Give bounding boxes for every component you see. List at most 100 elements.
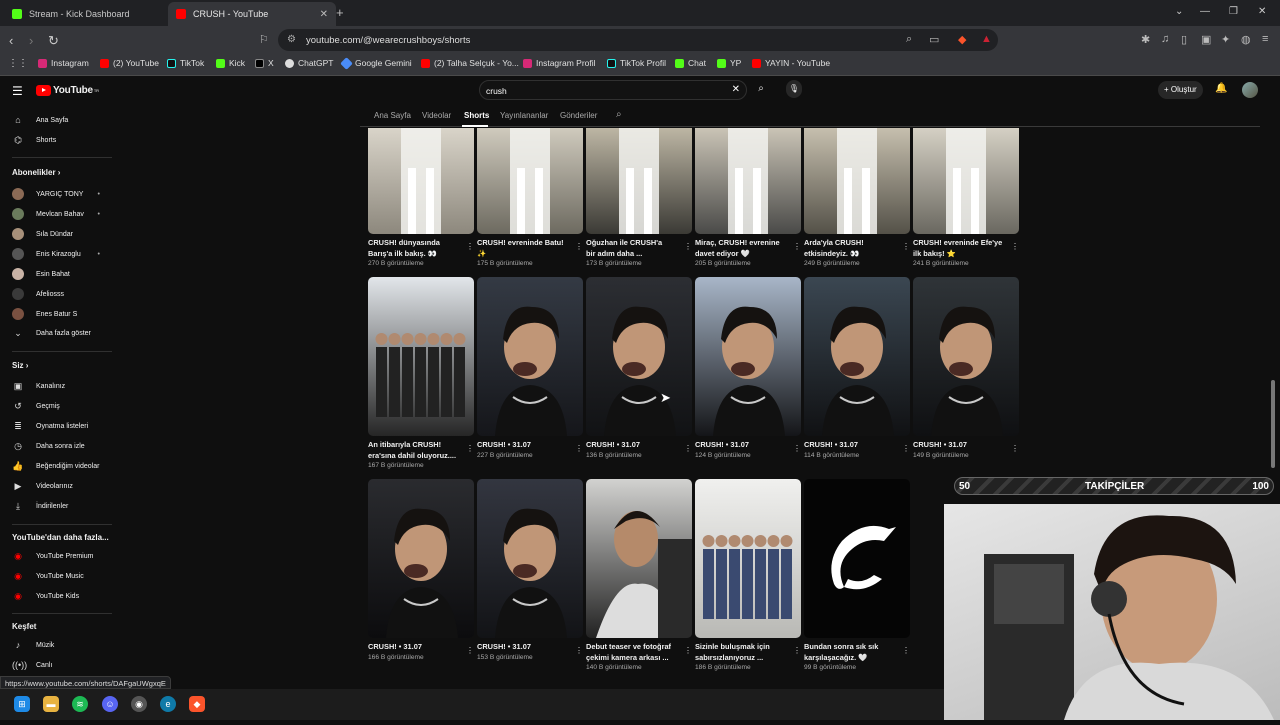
tab-search-icon[interactable]: ⌄ (1175, 6, 1183, 17)
channel-search-icon[interactable]: ⌕ (616, 109, 622, 120)
sidebar-item-downloads[interactable]: ⤓ İndirilenler (12, 501, 116, 512)
short-card[interactable]: CRUSH! evreninde Batu! ✨ ⋮ 175 B görüntüle… (477, 128, 583, 267)
short-title[interactable]: CRUSH! • 31.07 (913, 440, 1019, 451)
wallet-icon[interactable]: ▣ (1201, 33, 1211, 46)
short-card[interactable]: CRUSH! • 31.07 ⋮ 124 B görüntüleme (695, 277, 801, 459)
short-card[interactable]: CRUSH! • 31.07 ⋮ 114 B görüntüleme (804, 277, 910, 459)
url-field[interactable]: ⚙ youtube.com/@wearecrushboys/shorts (278, 29, 998, 51)
short-card[interactable]: CRUSH! • 31.07 ⋮ 153 B görüntüleme (477, 479, 583, 661)
create-button[interactable]: + Oluştur (1158, 81, 1203, 99)
short-thumbnail[interactable] (477, 128, 583, 234)
more-options-icon[interactable]: ⋮ (684, 646, 692, 655)
short-thumbnail[interactable] (586, 128, 692, 234)
more-options-icon[interactable]: ⋮ (902, 242, 910, 251)
brave-icon[interactable]: ◆ (189, 696, 205, 712)
show-more-button[interactable]: ⌄ Daha fazla göster (12, 328, 116, 339)
short-thumbnail[interactable] (586, 479, 692, 638)
short-thumbnail[interactable] (913, 277, 1019, 436)
short-thumbnail[interactable] (913, 128, 1019, 234)
short-thumbnail[interactable] (368, 128, 474, 234)
short-thumbnail[interactable] (368, 479, 474, 638)
more-options-icon[interactable]: ⋮ (793, 444, 801, 453)
short-thumbnail[interactable] (477, 479, 583, 638)
more-options-icon[interactable]: ⋮ (466, 444, 474, 453)
bookmark-yp[interactable]: YP (717, 58, 741, 68)
subscriptions-heading[interactable]: Abonelikler › (12, 168, 60, 177)
sidebar-item-your-channel[interactable]: ▣ Kanalınız (12, 381, 116, 392)
short-card[interactable]: CRUSH! dünyasında Barış'a ilk bakış. 👀 ⋮ 2… (368, 128, 474, 267)
short-title[interactable]: Sizinle buluşmak için sabırsızlanıyoruz … (695, 642, 801, 663)
short-card[interactable]: CRUSH! • 31.07 ⋮ 166 B görüntüleme (368, 479, 474, 661)
obs-icon[interactable]: ◉ (131, 696, 147, 712)
sidebar-sub[interactable]: YARGIÇ TONY • (12, 188, 116, 200)
more-options-icon[interactable]: ⋮ (575, 242, 583, 251)
close-window-icon[interactable]: ✕ (1258, 6, 1266, 17)
short-card[interactable]: Bundan sonra sık sık karşılaşacağız. 🤍 ⋮ 9… (804, 479, 910, 671)
bookmark-gemini[interactable]: Google Gemini (340, 56, 412, 70)
sidebar-item-your-videos[interactable]: ▶ Videolarınız (12, 481, 116, 492)
sidebar-item-muzik[interactable]: ♪ Müzik (12, 640, 116, 650)
sidebar-item-music[interactable]: ◉ YouTube Music (12, 571, 116, 582)
short-thumbnail[interactable] (804, 479, 910, 638)
sidebar-item-kids[interactable]: ◉ YouTube Kids (12, 591, 116, 602)
brave-rewards-icon[interactable]: ▲ (981, 33, 992, 45)
menu-icon[interactable]: ≡ (1262, 33, 1268, 45)
sidebar-item-live[interactable]: ((•)) Canlı (12, 660, 116, 670)
sidebar-item-liked[interactable]: 👍 Beğendiğim videolar (12, 461, 116, 472)
close-tab-icon[interactable]: ✕ (320, 9, 328, 20)
sidebar-icon[interactable]: ▯ (1181, 33, 1187, 46)
cast-icon[interactable]: ▭ (929, 33, 939, 46)
short-card[interactable]: CRUSH! • 31.07 ⋮ 227 B görüntüleme (477, 277, 583, 459)
bookmark-tiktok-profil[interactable]: TikTok Profil (607, 58, 666, 68)
notifications-icon[interactable]: 🔔 (1215, 83, 1227, 94)
extensions-icon[interactable]: ✱ (1141, 33, 1150, 46)
more-options-icon[interactable]: ⋮ (684, 242, 692, 251)
short-thumbnail[interactable] (695, 277, 801, 436)
short-title[interactable]: Debut teaser ve fotoğraf çekimi kamera a… (586, 642, 692, 663)
more-options-icon[interactable]: ⋮ (575, 444, 583, 453)
short-title[interactable]: CRUSH! • 31.07 (368, 642, 474, 653)
bookmark-chatgpt[interactable]: ChatGPT (285, 58, 333, 68)
bookmark-youtube[interactable]: (2) YouTube (100, 58, 159, 68)
microphone-icon[interactable]: 🎙 (786, 80, 802, 98)
more-options-icon[interactable]: ⋮ (575, 646, 583, 655)
tab-posts[interactable]: Gönderiler (560, 111, 597, 120)
bookmark-yayin-youtube[interactable]: YAYIN - YouTube (752, 58, 830, 68)
short-title[interactable]: CRUSH! evreninde Efe'ye ilk bakış! ⭐ (913, 238, 1019, 259)
guide-menu-icon[interactable]: ☰ (12, 84, 23, 98)
brave-shield-icon[interactable]: ◆ (958, 33, 966, 46)
bookmark-instagram[interactable]: Instagram (38, 58, 89, 68)
short-title[interactable]: CRUSH! • 31.07 (586, 440, 692, 451)
short-title[interactable]: CRUSH! dünyasında Barış'a ilk bakış. 👀 (368, 238, 474, 259)
short-card[interactable]: CRUSH! • 31.07 ⋮ 136 B görüntüleme (586, 277, 692, 459)
more-options-icon[interactable]: ⋮ (902, 444, 910, 453)
bookmark-chat[interactable]: Chat (675, 58, 706, 68)
file-explorer-icon[interactable]: ▬ (43, 696, 59, 712)
leo-icon[interactable]: ✦ (1221, 33, 1230, 46)
tab-shorts[interactable]: Shorts (464, 111, 489, 120)
short-thumbnail[interactable] (695, 479, 801, 638)
short-title[interactable]: Miraç, CRUSH! evrenine davet ediyor 🤍 (695, 238, 801, 259)
short-thumbnail[interactable] (477, 277, 583, 436)
sidebar-sub[interactable]: Mevlcan Bahav • (12, 208, 116, 220)
avatar[interactable] (1242, 82, 1258, 98)
bookmark-x[interactable]: X (255, 58, 274, 68)
bookmark-page-icon[interactable]: ⚐ (259, 33, 269, 46)
sidebar-sub[interactable]: Enes Batur S (12, 308, 116, 320)
short-thumbnail[interactable] (695, 128, 801, 234)
short-card[interactable]: Sizinle buluşmak için sabırsızlanıyoruz … (695, 479, 801, 671)
short-title[interactable]: Oğuzhan ile CRUSH'a bir adım daha ... (586, 238, 692, 259)
more-options-icon[interactable]: ⋮ (466, 242, 474, 251)
more-options-icon[interactable]: ⋮ (1011, 444, 1019, 453)
youtube-logo[interactable]: YouTube TR (36, 85, 99, 96)
site-info-icon[interactable]: ⚙ (287, 34, 296, 45)
back-icon[interactable]: ‹ (9, 33, 13, 48)
more-options-icon[interactable]: ⋮ (466, 646, 474, 655)
sidebar-item-shorts[interactable]: ⌬ Shorts (12, 135, 116, 146)
bookmark-tiktok[interactable]: TikTok (167, 58, 204, 68)
sidebar-sub[interactable]: Afeliosss (12, 288, 116, 300)
short-title[interactable]: An itibarıyla CRUSH! era'sına dahil oluy… (368, 440, 474, 461)
sidebar-item-playlists[interactable]: ≣ Oynatma listeleri (12, 421, 116, 432)
short-title[interactable]: CRUSH! • 31.07 (477, 440, 583, 451)
edge-icon[interactable]: e (160, 696, 176, 712)
